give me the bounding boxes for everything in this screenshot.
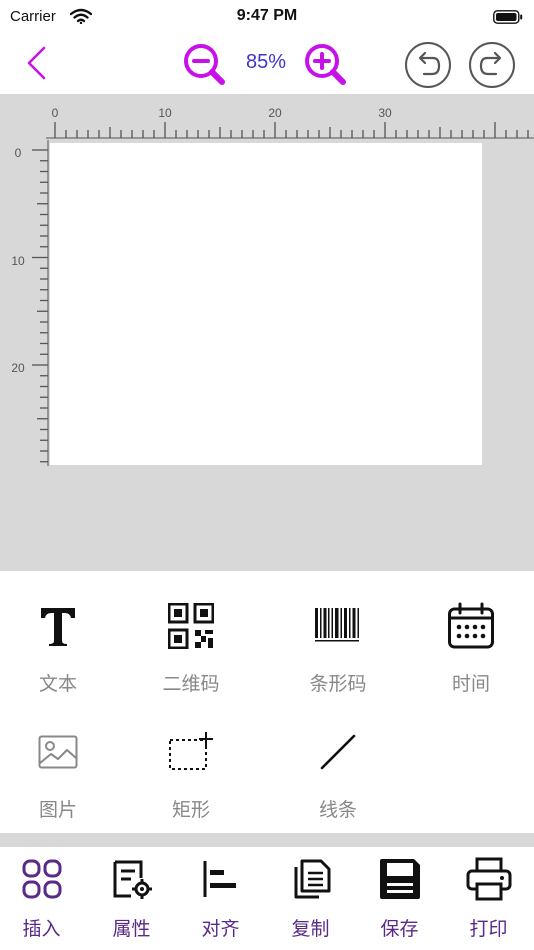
copy-icon <box>294 859 330 899</box>
properties-icon <box>113 860 152 899</box>
grid-icon <box>22 859 61 899</box>
horizontal-ruler: 0 10 20 30 <box>46 106 534 139</box>
align-left-icon <box>203 861 236 897</box>
undo-button[interactable] <box>404 41 452 89</box>
battery-icon <box>493 10 523 24</box>
tool-rectangle-label: 矩形 <box>171 799 210 821</box>
tool-image-label: 图片 <box>38 799 77 821</box>
line-icon <box>320 734 356 770</box>
redo-icon <box>469 42 515 88</box>
ruler-v-label-20: 20 <box>11 361 25 375</box>
tab-insert[interactable]: 插入 <box>0 847 86 950</box>
insert-tool-panel: 文本 二维码 条形码 时间 图片 矩形 线条 <box>0 571 534 833</box>
calendar-icon <box>448 602 494 649</box>
printer-icon <box>466 857 511 901</box>
tool-text-label: 文本 <box>38 673 77 695</box>
tool-line[interactable]: 线条 <box>278 697 398 821</box>
tab-save-label: 保存 <box>380 918 419 940</box>
ruler-h-label-10: 10 <box>158 106 172 120</box>
text-icon <box>41 608 75 646</box>
ruler-v-label-0: 0 <box>15 146 22 160</box>
back-button[interactable] <box>20 42 56 84</box>
ruler-h-label-0: 0 <box>52 106 59 120</box>
top-toolbar: 85% <box>0 36 534 94</box>
redo-button[interactable] <box>468 41 516 89</box>
tool-rectangle[interactable]: 矩形 <box>131 697 251 821</box>
zoom-in-button[interactable] <box>303 42 349 86</box>
tool-image[interactable]: 图片 <box>0 697 118 821</box>
undo-icon <box>405 42 451 88</box>
tool-time[interactable]: 时间 <box>411 571 531 695</box>
tool-line-label: 线条 <box>318 799 357 821</box>
chevron-left-icon <box>27 46 46 80</box>
rectangle-icon <box>169 732 213 770</box>
panel-divider <box>0 833 534 847</box>
tab-copy[interactable]: 复制 <box>266 847 355 950</box>
tab-print-label: 打印 <box>469 918 508 940</box>
ruler-h-label-30: 30 <box>378 106 392 120</box>
bottom-tab-bar: 插入 属性 对齐 复制 保存 打印 <box>0 847 534 950</box>
barcode-icon <box>315 608 359 642</box>
save-icon <box>379 859 420 899</box>
label-canvas[interactable] <box>50 143 482 465</box>
tool-qr-code-label: 二维码 <box>162 673 220 695</box>
tab-align[interactable]: 对齐 <box>176 847 265 950</box>
ruler-h-label-20: 20 <box>268 106 282 120</box>
status-bar: Carrier 9:47 PM <box>0 0 534 36</box>
tab-properties[interactable]: 属性 <box>87 847 176 950</box>
design-workspace[interactable]: 0 10 20 30 0 10 20 <box>0 94 534 571</box>
tool-time-label: 时间 <box>451 673 490 695</box>
clock-time: 9:47 PM <box>236 7 298 24</box>
image-icon <box>38 735 78 769</box>
tab-save[interactable]: 保存 <box>355 847 444 950</box>
zoom-level-label: 85% <box>245 51 287 73</box>
tool-qr-code[interactable]: 二维码 <box>131 571 251 695</box>
tool-text[interactable]: 文本 <box>0 571 118 695</box>
tab-print[interactable]: 打印 <box>444 847 533 950</box>
vertical-ruler: 0 10 20 <box>11 140 49 466</box>
tab-copy-label: 复制 <box>291 918 330 940</box>
tab-properties-label: 属性 <box>112 918 151 940</box>
tab-insert-label: 插入 <box>22 918 61 940</box>
ruler-v-label-10: 10 <box>11 254 25 268</box>
tab-align-label: 对齐 <box>201 918 240 940</box>
tool-barcode-label: 条形码 <box>309 673 367 695</box>
qr-code-icon <box>168 603 214 649</box>
zoom-in-icon <box>305 44 346 85</box>
zoom-out-button[interactable] <box>182 42 228 86</box>
zoom-out-icon <box>184 44 225 85</box>
tool-barcode[interactable]: 条形码 <box>278 571 398 695</box>
